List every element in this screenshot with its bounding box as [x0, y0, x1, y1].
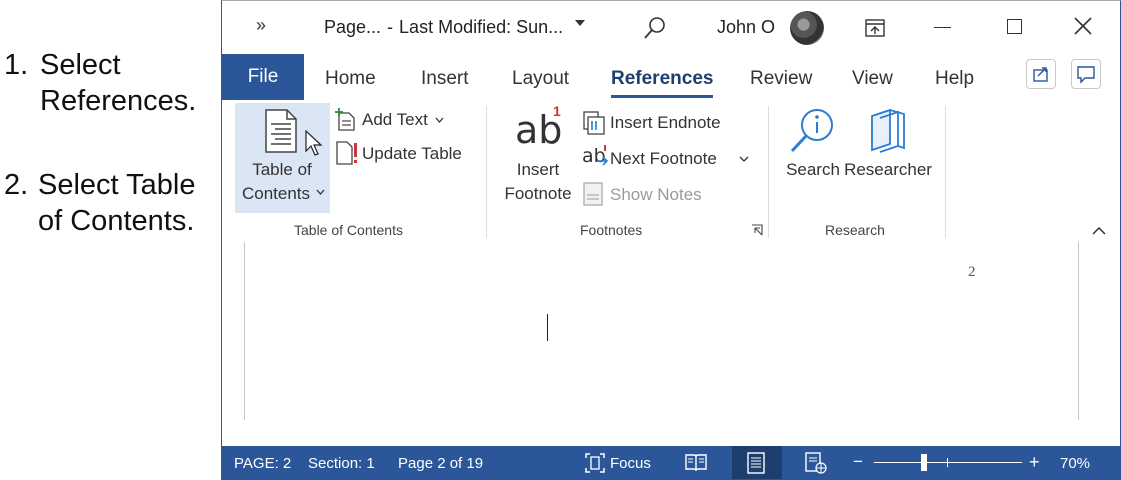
collapse-ribbon-icon[interactable]: [1091, 224, 1107, 236]
chevron-down-icon: [316, 189, 325, 195]
focus-icon: [585, 453, 605, 473]
step-1-line-2: References.: [40, 85, 197, 117]
title-separator: -: [387, 17, 394, 37]
zoom-slider-track[interactable]: [874, 462, 1022, 463]
show-notes-button[interactable]: Show Notes: [610, 185, 702, 205]
search-button[interactable]: Search: [782, 158, 844, 182]
read-mode-icon[interactable]: [684, 452, 708, 474]
share-button[interactable]: [1026, 59, 1056, 89]
group-separator: [945, 106, 946, 238]
tab-review[interactable]: Review: [750, 68, 812, 90]
title-bar: ›› Page... - Last Modified: Sun... John O: [222, 1, 1120, 54]
avatar[interactable]: [790, 11, 824, 45]
tab-file[interactable]: File: [222, 54, 304, 100]
comment-icon: [1077, 66, 1095, 84]
step-1-line-1: Select: [40, 49, 121, 81]
chevron-down-icon: [435, 117, 444, 123]
word-window: ›› Page... - Last Modified: Sun... John O …: [221, 0, 1121, 480]
table-of-contents-label-1: Table of: [252, 160, 312, 179]
instruction-step-2: 2. Select Table of Contents.: [0, 167, 195, 239]
step-1-number: 1.: [4, 49, 29, 81]
tab-home[interactable]: Home: [325, 68, 376, 90]
chevrons-right-icon[interactable]: ››: [256, 15, 266, 36]
search-icon[interactable]: [642, 15, 668, 41]
chevron-down-icon[interactable]: [739, 156, 749, 163]
update-table-icon: [336, 141, 357, 165]
page-number: 2: [968, 264, 976, 280]
document-area[interactable]: 2: [222, 242, 1120, 446]
share-icon: [1033, 67, 1048, 82]
add-text-icon: [335, 108, 355, 131]
page-left-edge: [244, 242, 245, 420]
tab-view[interactable]: View: [852, 68, 893, 90]
step-2-line-1: Select Table: [38, 169, 196, 201]
minimize-icon[interactable]: [934, 27, 951, 28]
researcher-button[interactable]: Researcher: [844, 158, 932, 182]
zoom-level[interactable]: 70%: [1060, 455, 1090, 472]
insert-endnote-icon: [583, 111, 605, 135]
group-separator: [768, 106, 769, 238]
group-separator: [486, 106, 487, 238]
web-layout-icon[interactable]: [804, 452, 828, 474]
tab-layout[interactable]: Layout: [512, 68, 569, 90]
insert-endnote-button[interactable]: Insert Endnote: [610, 113, 721, 133]
tab-references[interactable]: References: [611, 68, 714, 98]
insert-footnote-label-1[interactable]: Insert: [504, 158, 572, 182]
comments-button[interactable]: [1071, 59, 1101, 89]
footnote-superscript: 1: [553, 103, 561, 119]
search-icon: [790, 109, 833, 153]
maximize-icon[interactable]: [1007, 19, 1022, 34]
ribbon-display-options-icon[interactable]: [864, 17, 886, 39]
tab-insert[interactable]: Insert: [421, 68, 469, 90]
zoom-slider-tick: [947, 458, 948, 467]
zoom-in-button[interactable]: +: [1029, 452, 1040, 473]
document-title[interactable]: Page... - Last Modified: Sun...: [324, 17, 563, 38]
print-layout-icon: [747, 452, 765, 474]
step-2-number: 2.: [4, 169, 29, 201]
status-bar: PAGE: 2 Section: 1 Page 2 of 19 Focus − …: [222, 446, 1120, 479]
ribbon-tabs: File Home Insert Layout References Revie…: [222, 54, 1120, 100]
show-notes-icon: [583, 182, 603, 206]
focus-button[interactable]: Focus: [610, 455, 651, 472]
instructions-panel: 1. Select References. 2. Select Table of…: [0, 0, 222, 480]
instruction-step-1: 1. Select References.: [0, 47, 196, 119]
close-icon[interactable]: [1072, 15, 1094, 37]
last-modified-label: Last Modified: Sun...: [399, 17, 564, 37]
group-label-table-of-contents: Table of Contents: [294, 222, 403, 238]
page-right-edge: [1078, 242, 1079, 420]
table-of-contents-icon: [265, 109, 297, 153]
user-name[interactable]: John O: [717, 17, 775, 38]
document-name: Page...: [324, 17, 382, 37]
status-section[interactable]: Section: 1: [308, 455, 375, 472]
step-2-line-2: of Contents.: [38, 205, 195, 237]
dialog-launcher-icon[interactable]: [751, 224, 763, 236]
text-cursor: [547, 314, 548, 341]
update-table-button[interactable]: Update Table: [362, 144, 462, 164]
zoom-out-button[interactable]: −: [853, 452, 863, 472]
add-text-button[interactable]: Add Text: [362, 110, 428, 130]
caret-down-icon[interactable]: [574, 18, 586, 28]
next-footnote-button[interactable]: Next Footnote: [610, 149, 717, 169]
researcher-icon: [871, 108, 905, 153]
zoom-slider-thumb[interactable]: [921, 454, 927, 471]
status-page-count[interactable]: Page 2 of 19: [398, 455, 483, 472]
tab-help[interactable]: Help: [935, 68, 974, 90]
table-of-contents-label-2: Contents: [241, 184, 311, 203]
next-footnote-arrow-icon: [597, 145, 609, 166]
insert-footnote-label-2[interactable]: Footnote: [498, 182, 578, 206]
group-label-research: Research: [825, 222, 885, 238]
status-page[interactable]: PAGE: 2: [234, 455, 291, 472]
mouse-pointer-icon: [305, 130, 323, 156]
group-label-footnotes: Footnotes: [580, 222, 643, 238]
ribbon-references: Table of Contents Add Text Update Table …: [222, 100, 1120, 243]
